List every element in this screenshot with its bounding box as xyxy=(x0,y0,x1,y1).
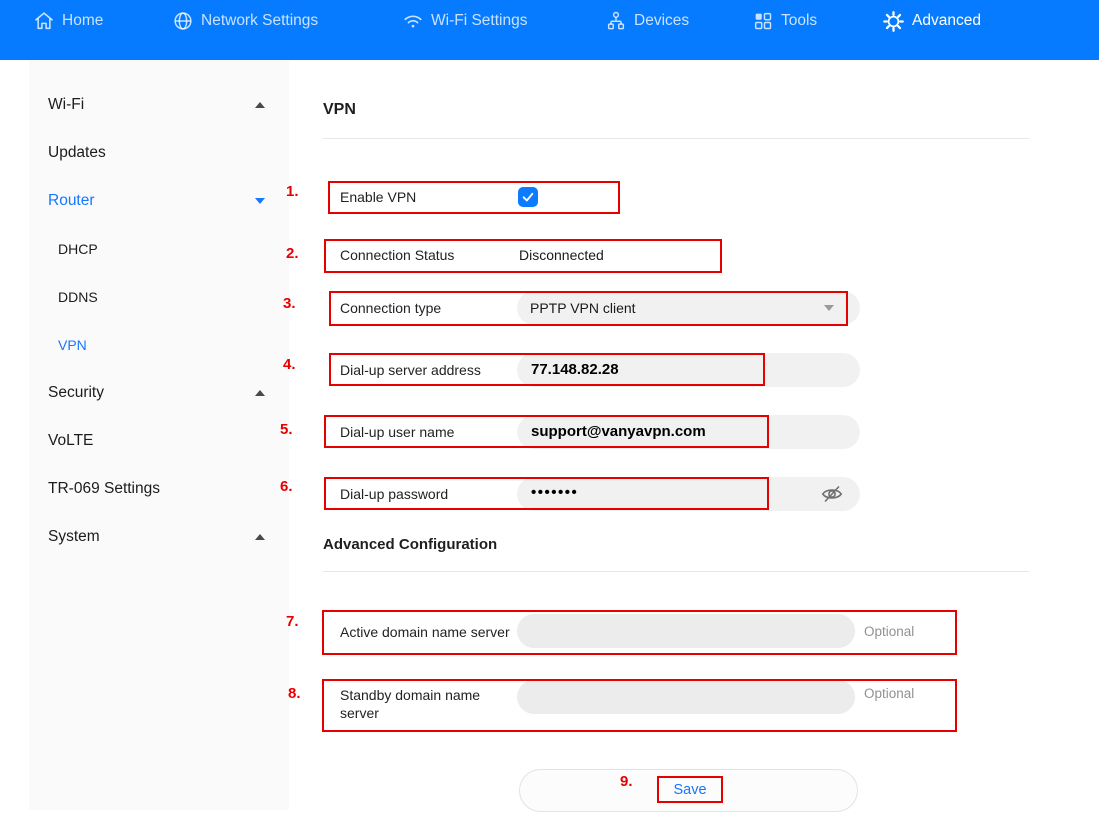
connection-status-label: Connection Status xyxy=(340,247,454,263)
dropdown-caret-icon xyxy=(824,305,834,311)
password-masked-value: ••••••• xyxy=(531,484,578,501)
chevron-up-icon xyxy=(255,390,265,396)
annotation-number-8: 8. xyxy=(288,685,301,702)
check-icon xyxy=(521,190,535,204)
nav-label: Home xyxy=(62,12,103,30)
sidebar-item-router[interactable]: Router xyxy=(29,177,289,225)
annotation-number-9: 9. xyxy=(620,773,633,790)
sidebar-item-ddns[interactable]: DDNS xyxy=(29,273,289,321)
sidebar-item-tr069[interactable]: TR-069 Settings xyxy=(29,465,289,513)
sidebar-item-system[interactable]: System xyxy=(29,513,289,561)
annotation-number-1: 1. xyxy=(286,183,299,200)
annotation-number-5: 5. xyxy=(280,421,293,438)
sidebar-label: TR-069 Settings xyxy=(48,480,160,498)
sidebar-label: Security xyxy=(48,384,104,402)
connection-status-value: Disconnected xyxy=(519,247,604,263)
user-name-input[interactable]: support@vanyavpn.com xyxy=(517,415,860,449)
user-name-value: support@vanyavpn.com xyxy=(531,423,706,440)
sidebar-label: VPN xyxy=(58,337,87,353)
page-title: VPN xyxy=(323,101,356,119)
annotation-number-2: 2. xyxy=(286,245,299,262)
chevron-up-icon xyxy=(255,102,265,108)
nav-item-advanced[interactable]: Advanced xyxy=(882,0,981,42)
nav-item-devices[interactable]: Devices xyxy=(605,0,689,42)
router-admin-page: Home Network Settings Wi-Fi Settings xyxy=(0,0,1099,833)
sidebar-item-security[interactable]: Security xyxy=(29,369,289,417)
sidebar-label: DDNS xyxy=(58,289,98,305)
section-divider xyxy=(323,571,1029,572)
password-input[interactable]: ••••••• xyxy=(517,477,860,511)
wifi-icon xyxy=(402,10,424,32)
nav-label: Devices xyxy=(634,12,689,30)
annotation-number-4: 4. xyxy=(283,356,296,373)
password-label: Dial-up password xyxy=(340,486,448,502)
connection-type-select[interactable]: PPTP VPN client xyxy=(517,291,860,325)
home-icon xyxy=(33,10,55,32)
server-address-input[interactable]: 77.148.82.28 xyxy=(517,353,860,387)
chevron-up-icon xyxy=(255,534,265,540)
enable-vpn-checkbox[interactable] xyxy=(518,187,538,207)
top-navigation-bar: Home Network Settings Wi-Fi Settings xyxy=(0,0,1099,60)
user-name-label: Dial-up user name xyxy=(340,424,454,440)
sidebar-label: Wi-Fi xyxy=(48,96,84,114)
chevron-down-icon xyxy=(255,198,265,204)
enable-vpn-label: Enable VPN xyxy=(340,189,416,205)
standby-dns-label: Standby domain name server xyxy=(340,686,502,722)
standby-dns-input[interactable] xyxy=(517,680,855,714)
nav-label: Network Settings xyxy=(201,12,318,30)
sidebar-item-updates[interactable]: Updates xyxy=(29,129,289,177)
nav-item-network-settings[interactable]: Network Settings xyxy=(172,0,318,42)
eye-off-icon xyxy=(820,482,844,506)
nav-item-tools[interactable]: Tools xyxy=(752,0,817,42)
sidebar-item-dhcp[interactable]: DHCP xyxy=(29,225,289,273)
annotation-number-7: 7. xyxy=(286,613,299,630)
nav-label: Tools xyxy=(781,12,817,30)
sidebar-label: System xyxy=(48,528,100,546)
section-divider xyxy=(323,138,1029,139)
connection-type-value: PPTP VPN client xyxy=(530,300,636,316)
settings-sidebar: Wi-Fi Updates Router DHCP DDNS VPN Secur… xyxy=(29,60,289,810)
annotation-number-3: 3. xyxy=(283,295,296,312)
nav-label: Wi-Fi Settings xyxy=(431,12,527,30)
save-button-label[interactable]: Save xyxy=(658,776,722,803)
server-address-label: Dial-up server address xyxy=(340,362,481,378)
sidebar-label: VoLTE xyxy=(48,432,93,450)
annotation-number-6: 6. xyxy=(280,478,293,495)
server-address-value: 77.148.82.28 xyxy=(531,361,619,378)
sidebar-label: DHCP xyxy=(58,241,98,257)
gear-icon xyxy=(882,10,905,33)
active-dns-input[interactable] xyxy=(517,614,855,648)
sidebar-label: Router xyxy=(48,192,95,210)
active-dns-optional-hint: Optional xyxy=(864,624,914,639)
advanced-configuration-title: Advanced Configuration xyxy=(323,536,497,553)
tools-grid-icon xyxy=(752,10,774,32)
sidebar-label: Updates xyxy=(48,144,106,162)
active-dns-label: Active domain name server xyxy=(340,624,510,640)
sidebar-item-volte[interactable]: VoLTE xyxy=(29,417,289,465)
standby-dns-optional-hint: Optional xyxy=(864,686,914,701)
connection-type-label: Connection type xyxy=(340,300,441,316)
password-visibility-toggle[interactable] xyxy=(820,482,844,506)
globe-icon xyxy=(172,10,194,32)
nav-label: Advanced xyxy=(912,12,981,30)
devices-topology-icon xyxy=(605,10,627,32)
nav-item-wifi-settings[interactable]: Wi-Fi Settings xyxy=(402,0,527,42)
sidebar-item-wifi[interactable]: Wi-Fi xyxy=(29,81,289,129)
nav-item-home[interactable]: Home xyxy=(33,0,103,42)
sidebar-item-vpn[interactable]: VPN xyxy=(29,321,289,369)
